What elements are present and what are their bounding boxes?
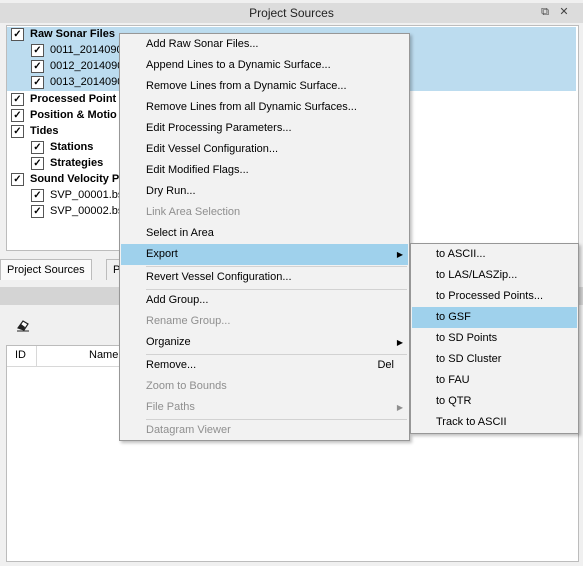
submenu-arrow-icon: ▶: [396, 338, 403, 347]
checkbox[interactable]: ✓: [11, 173, 24, 186]
menu-item-label: to SD Points: [436, 332, 498, 344]
menu-item-label: Append Lines to a Dynamic Surface...: [146, 59, 331, 71]
menu-item-label: Remove...: [146, 359, 197, 371]
tree-item-label: 0011_2014090: [50, 44, 123, 56]
menu-item-remove-lines-all[interactable]: Remove Lines from all Dynamic Surfaces..…: [121, 97, 408, 118]
checkbox[interactable]: ✓: [31, 76, 44, 89]
menu-item-add-group[interactable]: Add Group...: [121, 290, 408, 311]
checkbox[interactable]: ✓: [11, 109, 24, 122]
menu-item-datagram-viewer: Datagram Viewer: [121, 420, 408, 441]
tree-item-label: Tides: [30, 125, 59, 137]
menu-item-label: Rename Group...: [146, 315, 231, 327]
tree-item-label: SVP_00001.bs: [50, 189, 124, 201]
tree-item-label: Raw Sonar Files: [30, 28, 115, 40]
tree-item-label: Position & Motio: [30, 109, 117, 121]
column-header-id[interactable]: ID: [15, 349, 26, 361]
menu-item-label: Datagram Viewer: [146, 424, 231, 436]
menu-item-edit-modified-flags[interactable]: Edit Modified Flags...: [121, 160, 408, 181]
menu-item-label: Link Area Selection: [146, 206, 241, 218]
menu-item-dry-run[interactable]: Dry Run...: [121, 181, 408, 202]
submenu-arrow-icon: ▶: [396, 250, 403, 259]
menu-item-zoom-to-bounds: Zoom to Bounds: [121, 376, 408, 397]
checkbox[interactable]: ✓: [11, 28, 24, 41]
menu-item-label: Edit Vessel Configuration...: [146, 143, 279, 155]
menu-item-label: Remove Lines from all Dynamic Surfaces..…: [146, 101, 357, 113]
menu-item-file-paths: File Paths ▶: [121, 397, 408, 418]
menu-item-label: to QTR: [436, 395, 472, 407]
menu-item-label: to FAU: [436, 374, 470, 386]
menu-item-shortcut: Del: [377, 359, 394, 371]
tree-item-label: 0012_2014090: [50, 60, 124, 72]
column-header-name[interactable]: Name: [89, 349, 118, 361]
export-submenu: to ASCII... to LAS/LASZip... to Processe…: [410, 243, 579, 434]
tree-item-label: Stations: [50, 141, 94, 153]
checkbox[interactable]: ✓: [31, 157, 44, 170]
checkbox[interactable]: ✓: [31, 44, 44, 57]
submenu-item-to-ascii[interactable]: to ASCII...: [412, 244, 577, 265]
menu-item-remove[interactable]: Remove... Del: [121, 355, 408, 376]
menu-item-label: to ASCII...: [436, 248, 486, 260]
menu-item-organize[interactable]: Organize ▶: [121, 332, 408, 353]
menu-item-label: Revert Vessel Configuration...: [146, 271, 292, 283]
eraser-icon[interactable]: [16, 318, 30, 332]
menu-item-select-in-area[interactable]: Select in Area: [121, 223, 408, 244]
submenu-item-to-qtr[interactable]: to QTR: [412, 391, 577, 412]
checkbox[interactable]: ✓: [31, 205, 44, 218]
menu-item-export[interactable]: Export ▶: [121, 244, 408, 265]
menu-item-edit-vessel-configuration[interactable]: Edit Vessel Configuration...: [121, 139, 408, 160]
checkbox[interactable]: ✓: [31, 60, 44, 73]
menu-item-label: Edit Processing Parameters...: [146, 122, 292, 134]
menu-item-label: File Paths: [146, 401, 195, 413]
menu-item-label: to LAS/LASZip...: [436, 269, 518, 281]
menu-item-label: Select in Area: [146, 227, 214, 239]
menu-item-label: Track to ASCII: [436, 416, 507, 428]
tree-item-label: 0013_2014090: [50, 76, 124, 88]
tree-item-label: Sound Velocity Pr: [30, 173, 124, 185]
menu-item-add-raw-sonar-files[interactable]: Add Raw Sonar Files...: [121, 34, 408, 55]
menu-item-label: Dry Run...: [146, 185, 196, 197]
submenu-item-to-sd-points[interactable]: to SD Points: [412, 328, 577, 349]
submenu-arrow-icon: ▶: [396, 403, 403, 412]
menu-item-remove-lines[interactable]: Remove Lines from a Dynamic Surface...: [121, 76, 408, 97]
menu-item-label: to SD Cluster: [436, 353, 502, 365]
menu-item-label: Edit Modified Flags...: [146, 164, 249, 176]
menu-item-label: to GSF: [436, 311, 471, 323]
tree-item-label: Strategies: [50, 157, 104, 169]
menu-item-link-area-selection: Link Area Selection: [121, 202, 408, 223]
menu-item-label: Remove Lines from a Dynamic Surface...: [146, 80, 347, 92]
panel-title: Project Sources: [249, 6, 334, 20]
tree-item-label: Processed Point F: [30, 93, 126, 105]
menu-item-rename-group: Rename Group...: [121, 311, 408, 332]
submenu-item-to-gsf[interactable]: to GSF: [412, 307, 577, 328]
submenu-item-to-processed-points[interactable]: to Processed Points...: [412, 286, 577, 307]
checkbox[interactable]: ✓: [31, 189, 44, 202]
submenu-item-track-to-ascii[interactable]: Track to ASCII: [412, 412, 577, 433]
tree-item-label: SVP_00002.bs: [50, 205, 124, 217]
menu-item-edit-processing-parameters[interactable]: Edit Processing Parameters...: [121, 118, 408, 139]
undock-icon[interactable]: ⧉: [538, 5, 552, 19]
submenu-item-to-fau[interactable]: to FAU: [412, 370, 577, 391]
context-menu: Add Raw Sonar Files... Append Lines to a…: [119, 33, 410, 441]
panel-title-bar: Project Sources ⧉ ✕: [0, 3, 583, 23]
checkbox[interactable]: ✓: [11, 125, 24, 138]
menu-item-label: Add Raw Sonar Files...: [146, 38, 259, 50]
column-divider: [36, 346, 37, 366]
menu-item-revert-vessel-configuration[interactable]: Revert Vessel Configuration...: [121, 267, 408, 288]
menu-item-label: Export: [146, 248, 178, 260]
submenu-item-to-las[interactable]: to LAS/LASZip...: [412, 265, 577, 286]
menu-item-label: Add Group...: [146, 294, 209, 306]
checkbox[interactable]: ✓: [11, 93, 24, 106]
submenu-item-to-sd-cluster[interactable]: to SD Cluster: [412, 349, 577, 370]
menu-item-label: Zoom to Bounds: [146, 380, 227, 392]
menu-item-label: Organize: [146, 336, 191, 348]
menu-item-label: to Processed Points...: [436, 290, 543, 302]
menu-item-append-lines[interactable]: Append Lines to a Dynamic Surface...: [121, 55, 408, 76]
tab-project-sources[interactable]: Project Sources: [0, 259, 92, 280]
close-icon[interactable]: ✕: [557, 5, 571, 19]
checkbox[interactable]: ✓: [31, 141, 44, 154]
